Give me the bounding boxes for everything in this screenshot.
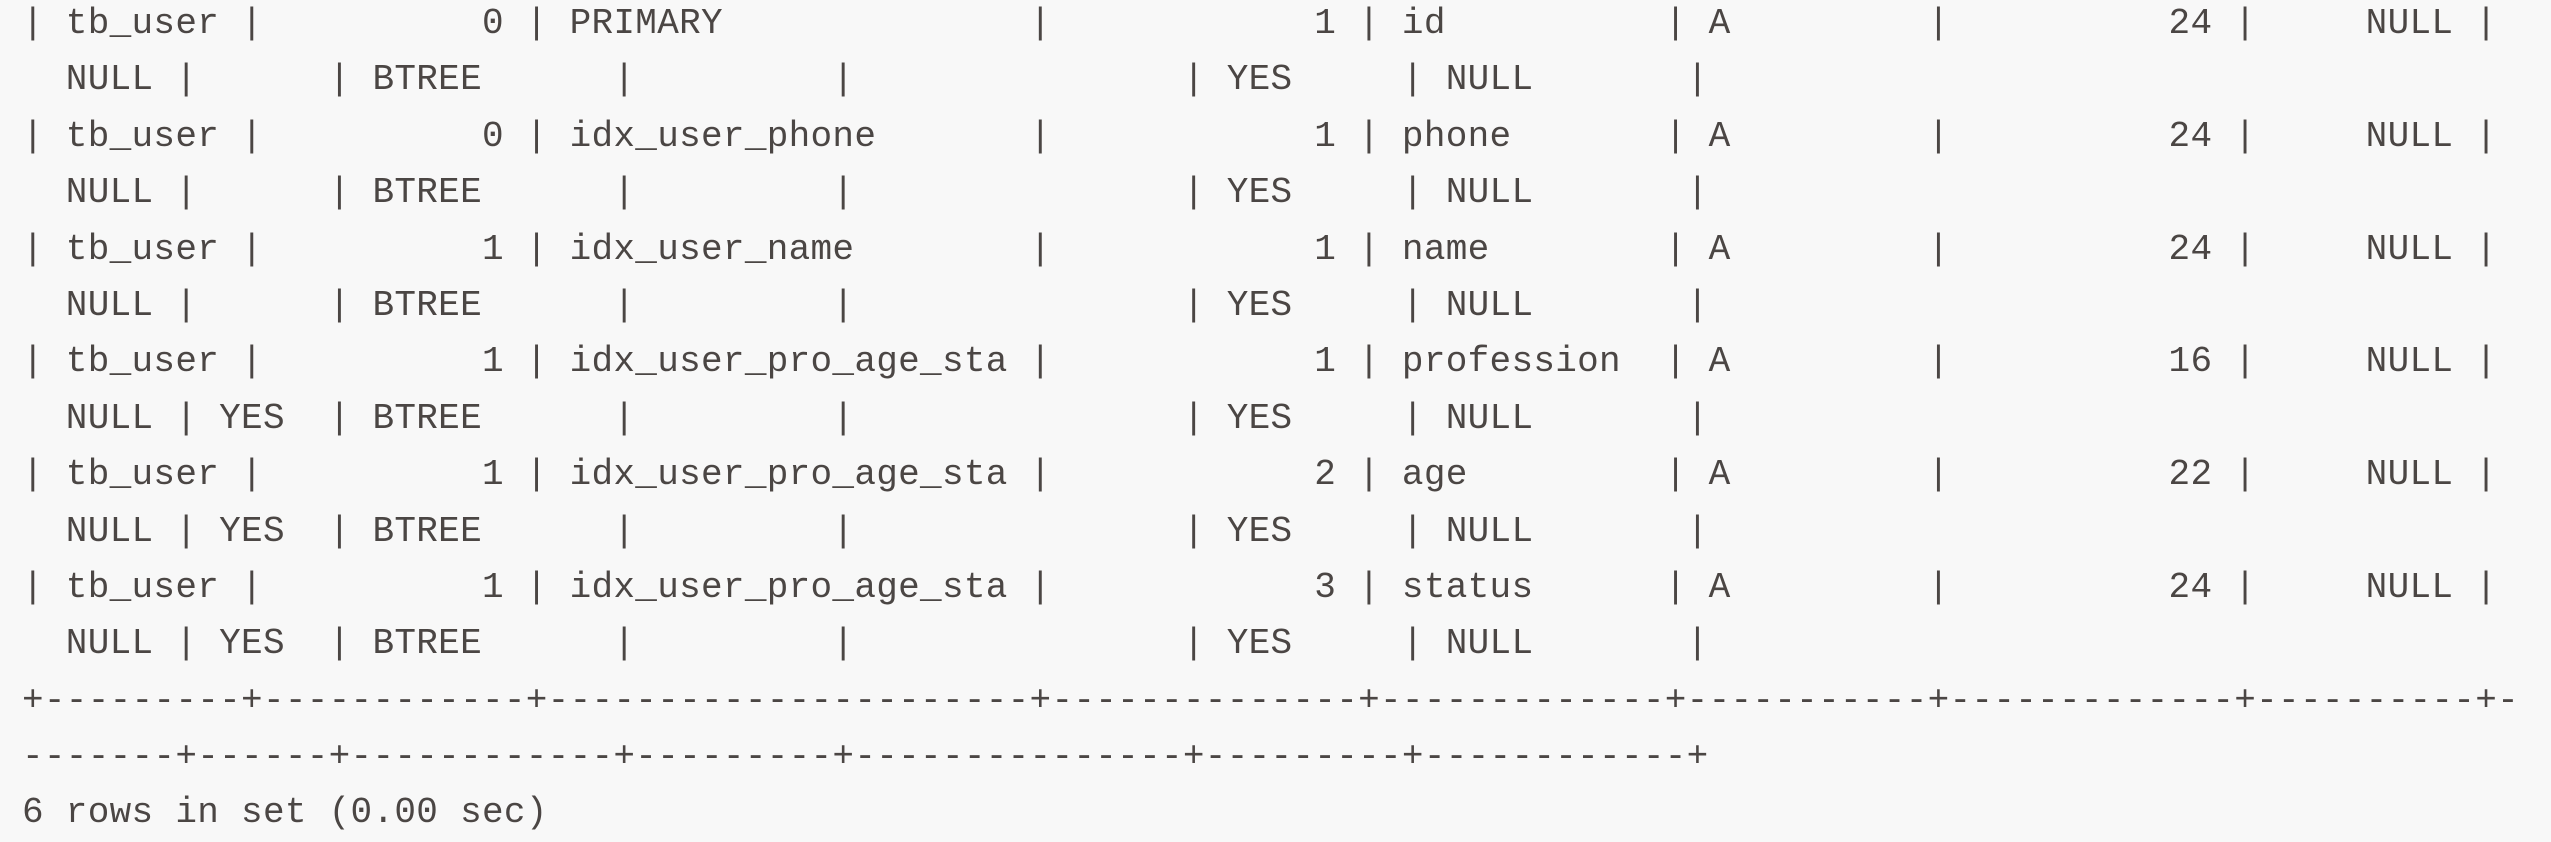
table-row-5-part-2: NULL | YES | BTREE | | | YES | NULL | — [22, 510, 1709, 552]
table-row-2-part-2: NULL | | BTREE | | | YES | NULL | — [22, 172, 1709, 214]
terminal-output: | tb_user | 0 | PRIMARY | 1 | id | A | 2… — [22, 0, 2519, 842]
result-summary: 6 rows in set (0.00 sec) — [22, 792, 548, 834]
table-border-part-1: +---------+------------+----------------… — [22, 679, 2519, 721]
table-row-3-part-2: NULL | | BTREE | | | YES | NULL | — [22, 284, 1709, 326]
table-border-part-2: -------+------+------------+---------+--… — [22, 736, 1709, 778]
table-row-6-part-1: | tb_user | 1 | idx_user_pro_age_sta | 3… — [22, 566, 2519, 608]
table-row-5-part-1: | tb_user | 1 | idx_user_pro_age_sta | 2… — [22, 454, 2519, 496]
table-row-1-part-1: | tb_user | 0 | PRIMARY | 1 | id | A | 2… — [22, 3, 2519, 44]
table-row-1-part-2: NULL | | BTREE | | | YES | NULL | — [22, 59, 1709, 101]
table-row-3-part-1: | tb_user | 1 | idx_user_name | 1 | name… — [22, 228, 2519, 270]
table-row-2-part-1: | tb_user | 0 | idx_user_phone | 1 | pho… — [22, 115, 2519, 157]
table-row-4-part-1: | tb_user | 1 | idx_user_pro_age_sta | 1… — [22, 341, 2519, 383]
table-row-4-part-2: NULL | YES | BTREE | | | YES | NULL | — [22, 397, 1709, 439]
table-row-6-part-2: NULL | YES | BTREE | | | YES | NULL | — [22, 623, 1709, 665]
